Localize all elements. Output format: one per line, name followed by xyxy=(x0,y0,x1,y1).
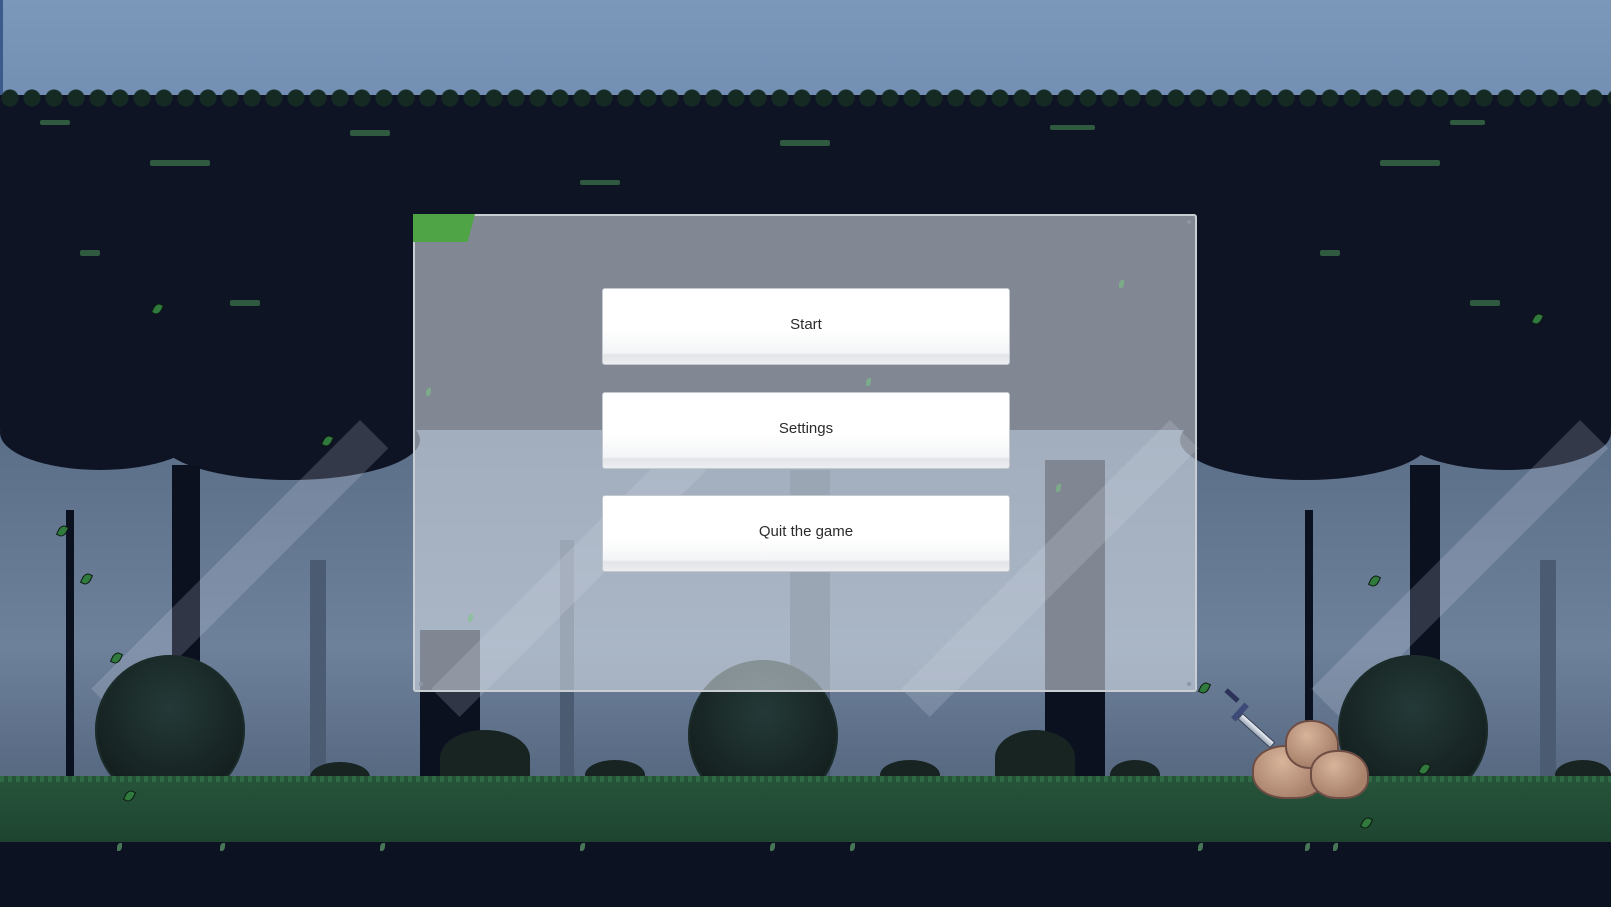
quit-game-button[interactable]: Quit the game xyxy=(602,495,1010,572)
canopy-foliage xyxy=(150,160,210,166)
canopy-foliage xyxy=(350,130,390,136)
canopy-foliage xyxy=(1450,120,1485,125)
falling-leaf-icon xyxy=(1119,280,1124,288)
falling-leaf-icon xyxy=(426,388,431,396)
window-edge xyxy=(0,0,3,95)
canopy-foliage xyxy=(40,120,70,125)
canopy-foliage xyxy=(780,140,830,146)
start-button[interactable]: Start xyxy=(602,288,1010,365)
panel-corner-dot xyxy=(1187,220,1191,224)
settings-button-label: Settings xyxy=(778,420,834,437)
quit-game-button-label: Quit the game xyxy=(758,523,854,540)
panel-corner-dot xyxy=(419,682,423,686)
tree-trunk-far xyxy=(1540,560,1556,780)
canopy-foliage xyxy=(1380,160,1440,166)
canopy-foliage xyxy=(1320,250,1340,256)
dark-soil xyxy=(0,842,1611,907)
canopy-foliage xyxy=(80,250,100,256)
panel-accent-tab xyxy=(413,214,475,242)
grass-ground xyxy=(0,782,1611,842)
tree-trunk-far xyxy=(310,560,326,780)
canopy-edge xyxy=(0,84,1611,108)
canopy-foliage xyxy=(580,180,620,185)
canopy-foliage xyxy=(1050,125,1095,130)
panel-corner-dot xyxy=(1187,682,1191,686)
canopy-foliage xyxy=(1470,300,1500,306)
falling-leaf-icon xyxy=(1056,484,1061,492)
tree-crown xyxy=(1180,400,1430,480)
rock-icon xyxy=(1310,750,1369,799)
main-menu-panel: Start Settings Quit the game xyxy=(413,214,1197,692)
settings-button[interactable]: Settings xyxy=(602,392,1010,469)
game-scene: Start Settings Quit the game xyxy=(0,0,1611,907)
falling-leaf-icon xyxy=(468,614,473,622)
tree-trunk xyxy=(66,510,74,780)
canopy-foliage xyxy=(230,300,260,306)
start-button-label: Start xyxy=(790,316,822,333)
falling-leaf-icon xyxy=(866,378,871,386)
